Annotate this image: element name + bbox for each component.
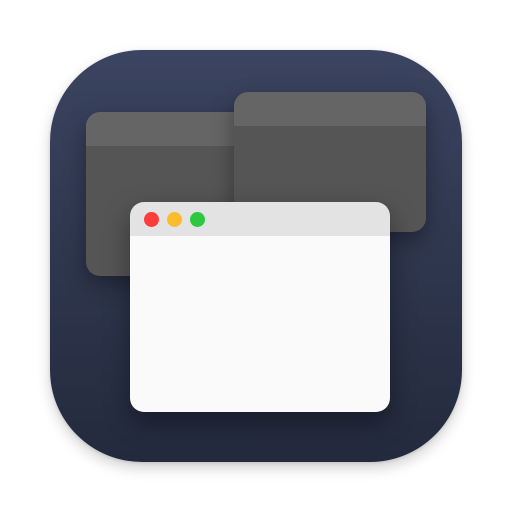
front-window-titlebar (130, 202, 390, 236)
back-window-right-titlebar (234, 92, 426, 126)
icon-canvas (0, 0, 512, 512)
zoom-dot-icon (190, 212, 205, 227)
front-window (130, 202, 390, 412)
front-window-body (130, 236, 390, 412)
app-icon (50, 50, 462, 462)
minimize-dot-icon (167, 212, 182, 227)
close-dot-icon (144, 212, 159, 227)
